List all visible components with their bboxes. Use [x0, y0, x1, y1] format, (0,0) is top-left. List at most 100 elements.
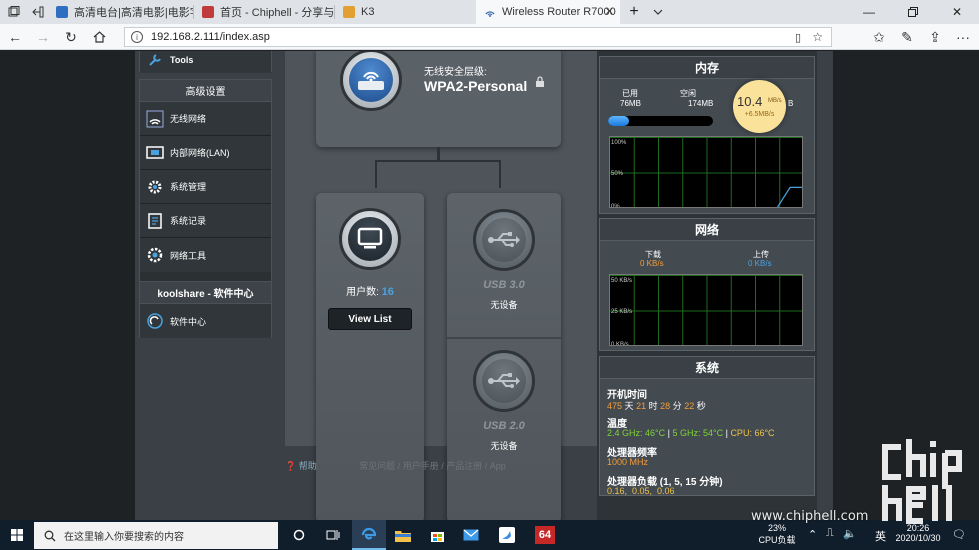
tab-4-active[interactable]: Wireless Router R7000 · ✕ [476, 0, 620, 24]
share-button[interactable]: ⇪ [922, 24, 948, 50]
usb2-label: USB 2.0 [483, 420, 525, 432]
tab-1[interactable]: 高清电台|高清电影|电影字幕 [48, 0, 193, 24]
router-favicon-icon [485, 11, 495, 17]
arrow-left-icon: ← [8, 29, 22, 45]
usb2-status: 无设备 [490, 441, 518, 451]
mail-icon [463, 529, 479, 541]
tools-icon [149, 53, 161, 66]
upload-value: 0 KB/s [748, 259, 772, 268]
minimize-icon: — [863, 5, 875, 19]
tab-list-icon [8, 6, 20, 17]
usb2-circle[interactable] [473, 350, 535, 412]
taskbar-file-explorer[interactable] [386, 520, 420, 550]
router-circle [340, 51, 402, 111]
taskbar-store[interactable] [420, 520, 454, 550]
view-list-button[interactable]: View List [328, 308, 412, 330]
tab-3[interactable]: K3 [335, 0, 475, 24]
uptime-value: 475 天 21 时 28 分 22 秒 [607, 401, 706, 411]
tab-back-aside-button[interactable] [24, 0, 46, 24]
usb3-circle[interactable] [473, 209, 535, 271]
sidebar-item-system-admin[interactable]: 系统管理 [140, 170, 271, 204]
security-level-value: WPA2-Personal [424, 78, 528, 94]
memory-used-value: 76MB [620, 99, 641, 108]
tab-close-icon[interactable]: ✕ [605, 5, 614, 18]
tray-chevron-icon[interactable]: ⌃ [808, 528, 817, 541]
tab-preview-button[interactable] [646, 0, 670, 24]
edge-browser-icon [361, 527, 377, 540]
sidebar-item-wireless[interactable]: 无线网络 [140, 102, 271, 136]
forward-button[interactable]: → [30, 24, 56, 50]
memory-total-suffix: B [788, 99, 794, 108]
system-title: 系统 [600, 357, 814, 379]
sidebar-item-software-center[interactable]: 软件中心 [140, 304, 271, 338]
monitor-icon [357, 227, 383, 249]
help-link[interactable]: 帮助 [299, 461, 317, 471]
memory-title: 内存 [600, 57, 814, 79]
cortana-button[interactable] [282, 520, 316, 550]
taskbar-mail[interactable] [454, 520, 488, 550]
windows-taskbar: 在这里输入你要搜索的内容 64 23% CPU负载 ⌃ ⎍ 🔈 英 20:26 … [0, 520, 979, 550]
favorite-star-icon[interactable]: ☆ [812, 30, 823, 44]
pen-icon: ✎ [901, 28, 913, 45]
cpu-load-taskbar-label: CPU负载 [758, 535, 796, 545]
lan-icon [146, 145, 164, 159]
taskbar-bird-app[interactable] [490, 520, 524, 550]
sidebar-advanced-title: 高级设置 [140, 80, 271, 102]
memory-graph-axis-label: 100% [611, 140, 627, 146]
arrow-right-icon: → [36, 29, 50, 45]
sidebar-item-network-tools[interactable]: 网络工具 [140, 238, 271, 272]
router-card[interactable]: 无线安全层级: WPA2-Personal [316, 51, 561, 147]
sidebar-item-tools[interactable]: Tools [140, 51, 271, 73]
minimize-button[interactable]: — [847, 0, 891, 24]
chiphell-favicon-icon [202, 6, 214, 18]
footer-links[interactable]: 常见问题 / 用户手册 / 产品注册 / App [359, 461, 506, 471]
taskbar-app-64[interactable]: 64 [528, 520, 562, 550]
clients-circle [339, 208, 401, 270]
software-center-icon [147, 313, 163, 329]
windows-logo-icon [11, 529, 23, 541]
notes-button[interactable]: ✎ [894, 24, 920, 50]
reading-view-icon[interactable]: ▯ [795, 31, 801, 44]
back-button[interactable]: ← [2, 24, 28, 50]
refresh-icon: ↻ [65, 28, 77, 45]
sidebar-item-lan[interactable]: 内部网络(LAN) [140, 136, 271, 170]
temperature-value: 2.4 GHz: 46°C | 5 GHz: 54°C | CPU: 66°C [607, 428, 775, 438]
cortana-circle-icon [293, 529, 305, 541]
cpu-load-widget[interactable]: 23% CPU负载 [752, 523, 802, 546]
maximize-button[interactable] [891, 0, 935, 24]
tray-network-icon[interactable]: ⎍ [826, 527, 834, 540]
search-icon [44, 530, 56, 541]
gear-icon [148, 180, 162, 193]
speed-value: 10.4 [737, 94, 763, 109]
watermark-text: www.chiphell.com [751, 509, 869, 524]
refresh-button[interactable]: ↻ [58, 24, 84, 50]
store-bag-icon [430, 531, 444, 542]
task-view-button[interactable] [316, 520, 350, 550]
network-panel: 网络 下载 0 KB/s 上传 0 KB/s 50 KB/s 25 KB/s 0 K… [599, 218, 815, 351]
taskbar-edge[interactable] [352, 520, 386, 550]
tab-2[interactable]: 首页 - Chiphell - 分享与交流 [194, 0, 334, 24]
favorites-button[interactable]: ✩ [866, 24, 892, 50]
favorites-list-icon: ✩ [873, 28, 885, 45]
share-icon: ⇪ [929, 28, 941, 45]
tray-volume-icon[interactable]: 🔈 [843, 527, 857, 540]
app-64-badge: 64 [535, 526, 555, 544]
sidebar-item-system-log[interactable]: 系统记录 [140, 204, 271, 238]
url-text: 192.168.2.111/index.asp [151, 31, 270, 43]
log-icon [148, 212, 162, 229]
address-bar[interactable]: i 192.168.2.111/index.asp ▯ ☆ [124, 27, 832, 47]
tab-actions-button[interactable] [0, 0, 24, 24]
memory-graph-axis-label: 50% [611, 171, 624, 177]
home-button[interactable] [86, 24, 112, 50]
close-window-button[interactable]: ✕ [935, 0, 979, 24]
page-footer: ❓ 帮助 常见问题 / 用户手册 / 产品注册 / App [285, 459, 585, 473]
site-favicon-icon [56, 6, 68, 18]
usb-icon [487, 372, 520, 388]
start-button[interactable] [0, 520, 34, 550]
more-button[interactable]: ··· [950, 24, 976, 50]
new-tab-button[interactable]: + [622, 0, 646, 24]
restore-icon [908, 7, 918, 17]
taskbar-search-box[interactable]: 在这里输入你要搜索的内容 [34, 522, 278, 549]
help-icon: ❓ [285, 461, 297, 471]
network-graph-axis-label: 0 KB/s [611, 342, 629, 346]
